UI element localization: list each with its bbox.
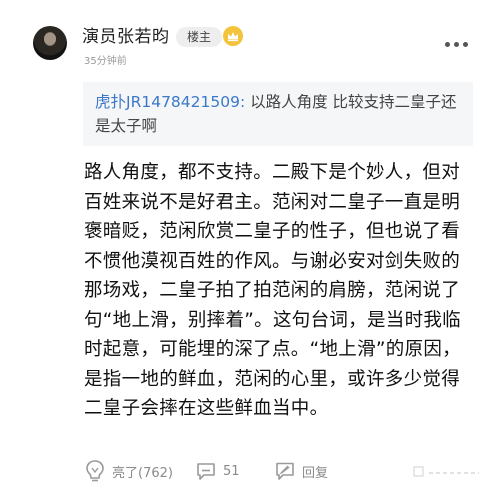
avatar[interactable] [33, 26, 67, 60]
author-name[interactable]: 演员张若昀 [82, 27, 170, 47]
op-badge: 楼主 [176, 27, 222, 47]
avatar-face [44, 32, 56, 46]
more-dot [463, 42, 468, 47]
lightbulb-icon [84, 459, 106, 483]
quote-author[interactable]: 虎扑JR1478421509: [95, 93, 245, 111]
more-dot [454, 42, 459, 47]
post-page: 演员张若昀 楼主 35分钟前 虎扑JR1478421509: 以路人角度 比较支… [0, 0, 500, 496]
quoted-reply[interactable]: 虎扑JR1478421509: 以路人角度 比较支持二皇子还是太子啊 [83, 82, 473, 146]
like-button[interactable]: 亮了(762) [84, 458, 173, 484]
reply-button[interactable]: 回复 [274, 458, 328, 484]
comment-count: 51 [223, 463, 240, 479]
reply-icon [274, 460, 296, 482]
watermark [413, 464, 483, 485]
like-label: 亮了(762) [112, 465, 173, 481]
comment-button[interactable]: 51 [195, 458, 240, 484]
more-icon[interactable] [445, 32, 473, 47]
post-timestamp: 35分钟前 [84, 56, 127, 67]
more-dot [445, 42, 450, 47]
crown-icon [223, 26, 243, 46]
quote-content: 虎扑JR1478421509: 以路人角度 比较支持二皇子还是太子啊 [95, 90, 465, 138]
post-body: 路人角度，都不支持。二殿下是个妙人，但对百姓来说不是好君主。范闲对二皇子一直是明… [84, 162, 461, 419]
comment-icon [195, 460, 217, 482]
reply-label: 回复 [302, 465, 329, 481]
